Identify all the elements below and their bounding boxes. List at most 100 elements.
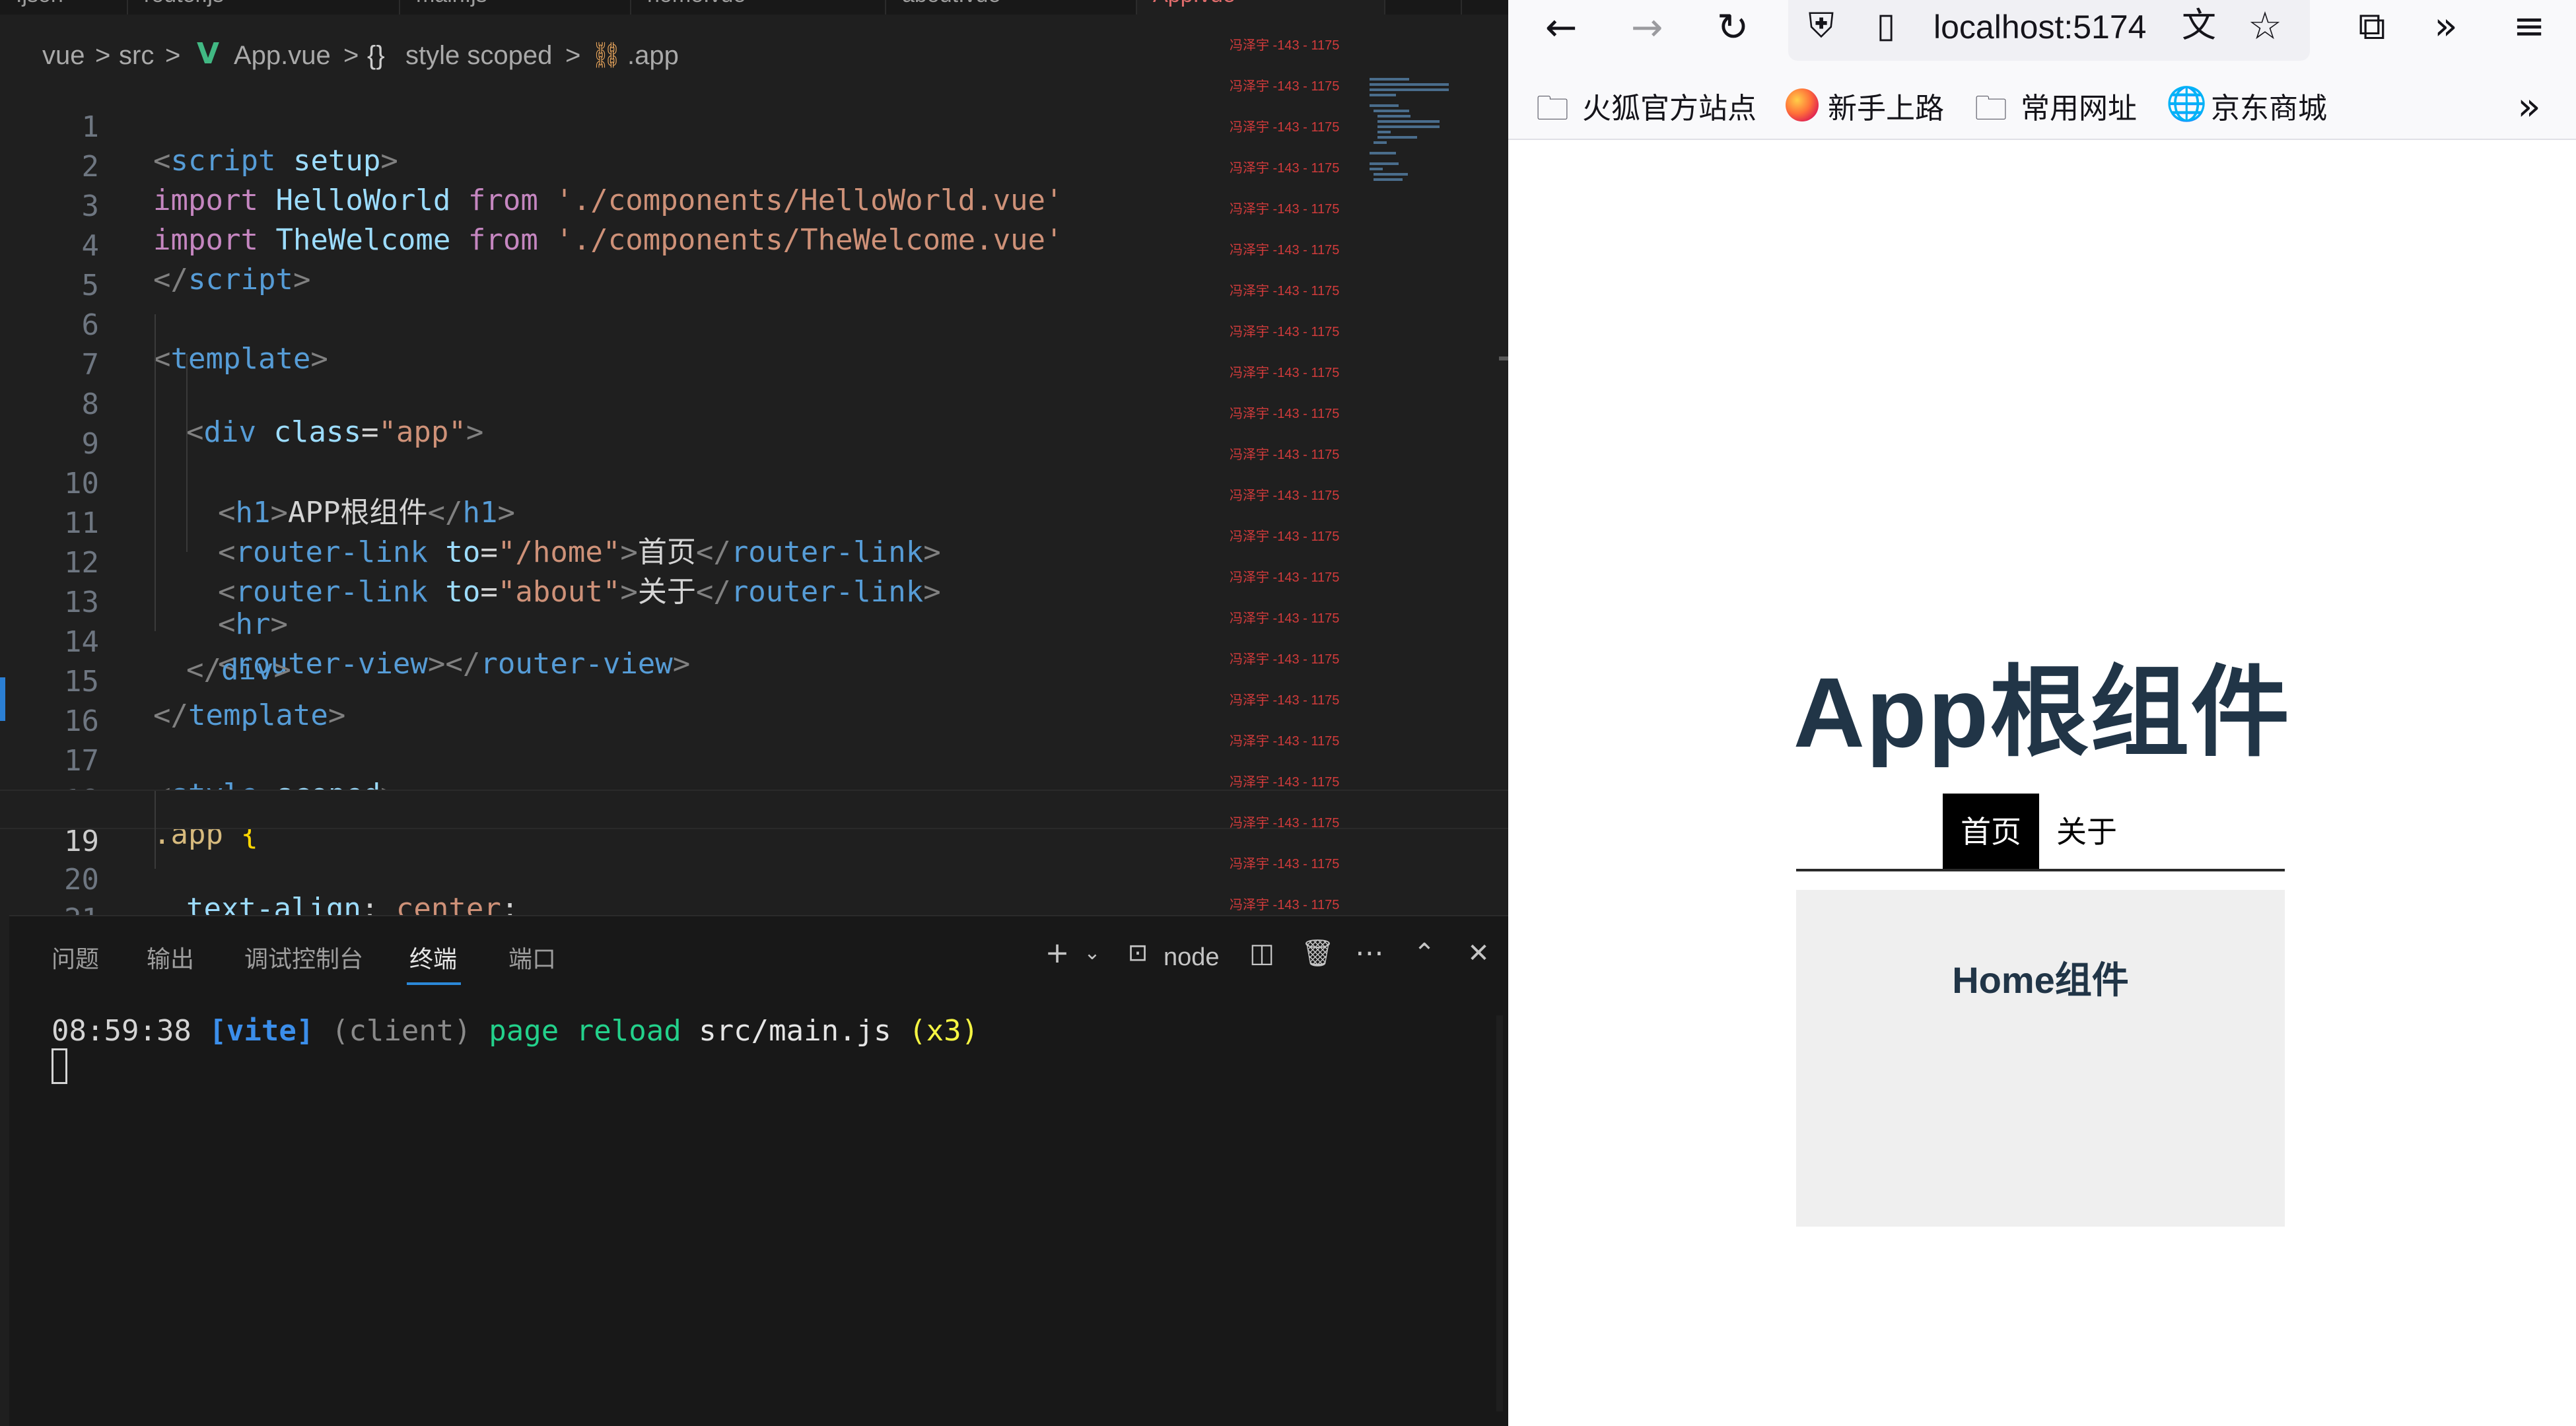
blame-annotation: 冯泽宇 -143 - 1175 <box>1230 407 1340 421</box>
indent-guide <box>155 354 156 393</box>
breadcrumb-item[interactable]: src <box>119 41 154 71</box>
minimap-line <box>1377 131 1391 133</box>
breadcrumb-separator: > <box>565 41 581 70</box>
blame-annotation: 冯泽宇 -143 - 1175 <box>1230 243 1340 257</box>
trash-icon[interactable]: 🗑 <box>1301 935 1335 972</box>
tab-json[interactable]: .json <box>0 0 128 15</box>
bookmark-item[interactable]: 京东商城 <box>2211 85 2327 127</box>
home-heading: Home组件 <box>1952 959 2129 1001</box>
breadcrumb-item[interactable]: .app <box>627 41 679 71</box>
selector-icon: ⛓ <box>590 42 623 69</box>
overflow-chevron-icon[interactable]: » <box>2419 3 2472 49</box>
close-icon[interactable]: ✕ <box>1462 935 1495 972</box>
blame-annotation: 冯泽宇 -143 - 1175 <box>1230 448 1340 462</box>
blame-annotation: 冯泽宇 -143 - 1175 <box>1230 202 1340 217</box>
indent-guide <box>155 791 156 831</box>
menu-icon[interactable]: ≡ <box>2503 3 2556 49</box>
url-text[interactable]: localhost:5174 <box>1933 8 2146 46</box>
blame-annotation: 冯泽宇 -143 - 1175 <box>1230 775 1340 790</box>
blame-annotation: 冯泽宇 -143 - 1175 <box>1230 120 1340 135</box>
blame-annotation: 冯泽宇 -143 - 1175 <box>1230 79 1340 94</box>
bookmarks-overflow-icon[interactable]: » <box>2503 83 2556 129</box>
breadcrumb-item[interactable]: App.vue <box>234 41 331 71</box>
globe-icon: 🌐 <box>2166 85 2208 123</box>
terminal-icon: ⊡ <box>1127 939 1148 967</box>
bookmark-item[interactable]: 常用网址 <box>2021 85 2137 127</box>
scrollbar-thumb[interactable] <box>1499 356 1508 360</box>
tab-about-vue[interactable]: about.vue <box>886 0 1137 15</box>
indent-guide <box>186 473 188 512</box>
shield-icon[interactable]: ⛨ <box>1795 3 1848 49</box>
split-terminal-icon[interactable]: ◫ <box>1245 935 1278 972</box>
chevron-down-icon[interactable]: ⌄ <box>1079 935 1105 972</box>
more-actions-icon[interactable]: ⋯ <box>1351 935 1388 972</box>
maximize-panel-icon[interactable]: ⌃ <box>1408 935 1441 972</box>
tab-label: about.vue <box>902 0 1000 7</box>
new-terminal-icon[interactable]: + <box>1041 935 1074 972</box>
reload-icon[interactable]: ↻ <box>1706 4 1759 50</box>
terminal-cursor <box>52 1048 67 1084</box>
minimap[interactable] <box>1367 71 1459 203</box>
translate-icon[interactable]: 文 <box>2173 3 2225 49</box>
minimap-line <box>1370 88 1449 91</box>
nav-link-home[interactable]: 首页 <box>1943 794 2039 870</box>
minimap-line <box>1370 168 1383 170</box>
terminal-scrollbar[interactable] <box>1496 1015 1503 1411</box>
bookmark-star-icon[interactable]: ☆ <box>2239 3 2291 49</box>
terminal-output[interactable]: 08:59:38 [vite] (client) page reload src… <box>52 1014 979 1048</box>
nav-link-about[interactable]: 关于 <box>2056 794 2117 870</box>
bottom-panel: 问题 输出 调试控制台 终端 端口 + ⌄ ⊡ node ◫ 🗑 ⋯ ⌃ ✕ 0… <box>9 915 1508 1426</box>
split-editor-icon[interactable] <box>1385 0 1462 15</box>
extensions-icon[interactable]: ⧉ <box>2346 3 2398 49</box>
tab-terminal[interactable]: 终端 <box>409 940 457 974</box>
breadcrumb-item[interactable]: style scoped <box>405 41 552 71</box>
blame-annotation: 冯泽宇 -143 - 1175 <box>1230 693 1340 708</box>
tab-main-js[interactable]: main.js <box>400 0 631 15</box>
minimap-line <box>1370 162 1399 165</box>
braces-icon: {} <box>367 41 385 70</box>
active-tab-indicator <box>407 982 461 985</box>
tab-output[interactable]: 输出 <box>147 940 194 974</box>
back-arrow-icon[interactable]: ← <box>1535 4 1587 50</box>
indent-guide <box>186 354 188 393</box>
indent-guide <box>155 393 156 433</box>
indent-guide <box>186 512 188 552</box>
tab-debug-console[interactable]: 调试控制台 <box>244 940 363 974</box>
minimap-line <box>1370 78 1409 81</box>
browser-toolbar: ← → ↻ ⛨ ▯ localhost:5174 文 ☆ ⧉ » ≡ <box>1508 0 2576 71</box>
indent-guide <box>155 433 156 473</box>
page-info-icon[interactable]: ▯ <box>1860 3 1912 49</box>
blame-annotation: 冯泽宇 -143 - 1175 <box>1230 816 1340 831</box>
blame-annotation: 冯泽宇 -143 - 1175 <box>1230 857 1340 871</box>
terminal-count: (x3) <box>909 1014 979 1048</box>
tab-home-vue[interactable]: home.vue <box>631 0 886 15</box>
terminal-client: (client) <box>331 1014 471 1048</box>
gutter-change-marker <box>0 677 5 721</box>
blame-annotation: 冯泽宇 -143 - 1175 <box>1230 489 1340 503</box>
router-nav: 首页 关于 <box>1796 794 2285 879</box>
browser-window: ← → ↻ ⛨ ▯ localhost:5174 文 ☆ ⧉ » ≡ 🗀 火狐官… <box>1508 0 2576 1426</box>
minimap-line <box>1377 125 1440 128</box>
tab-problems[interactable]: 问题 <box>52 940 99 974</box>
tab-router-js[interactable]: router.js <box>128 0 400 15</box>
minimap-line <box>1374 178 1403 181</box>
router-view: Home组件 <box>1796 890 2285 1227</box>
minimap-line <box>1370 83 1449 86</box>
blame-annotation: 冯泽宇 -143 - 1175 <box>1230 570 1340 585</box>
bookmark-item[interactable]: 火狐官方站点 <box>1582 85 1757 127</box>
tab-ports[interactable]: 端口 <box>508 940 556 974</box>
breadcrumb-separator: > <box>165 41 181 70</box>
tab-app-vue[interactable]: App.vue <box>1137 0 1385 15</box>
indent-guide <box>155 314 156 354</box>
folder-icon: 🗀 <box>1974 89 2007 127</box>
divider <box>1796 869 2285 871</box>
minimap-line <box>1377 136 1417 139</box>
terminal-shell-label[interactable]: node <box>1164 939 1220 976</box>
bookmark-item[interactable]: 新手上路 <box>1828 85 1944 127</box>
app-heading: App根组件 <box>1793 657 2291 768</box>
tab-label: router.js <box>144 0 224 7</box>
minimap-line <box>1374 141 1387 144</box>
breadcrumb-item[interactable]: vue <box>42 41 85 71</box>
blame-annotation: 冯泽宇 -143 - 1175 <box>1230 161 1340 176</box>
forward-arrow-icon[interactable]: → <box>1620 4 1673 50</box>
